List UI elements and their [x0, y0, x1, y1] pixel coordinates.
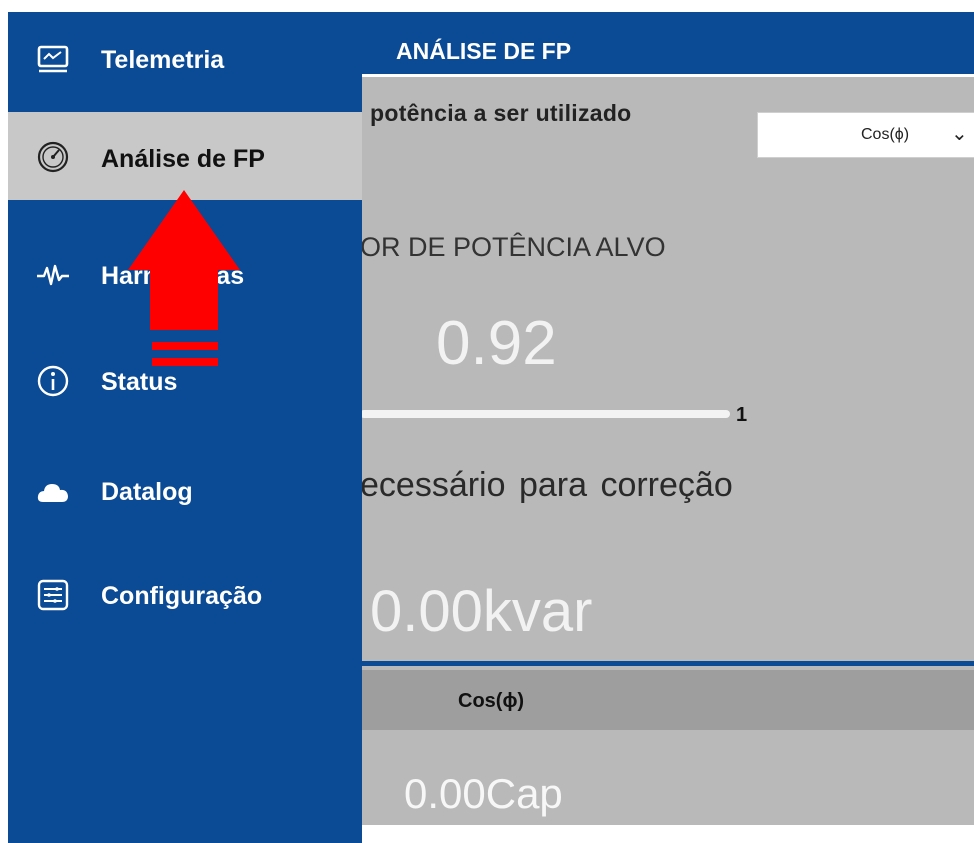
needed-correction-label: ecessário para correção	[360, 466, 733, 504]
top-margin	[0, 0, 362, 12]
gauge-icon	[37, 141, 69, 173]
cloud-icon	[37, 484, 68, 502]
sidebar: Telemetria Análise de FP Harmônicas Stat…	[8, 12, 362, 843]
top-strip	[360, 0, 974, 12]
left-margin	[0, 0, 8, 843]
sidebar-item-label: Configuração	[101, 582, 263, 610]
slider-max-label: 1	[736, 404, 748, 426]
section-divider	[360, 661, 974, 666]
sidebar-item-label: Telemetria	[101, 46, 225, 74]
target-pf-label: OR DE POTÊNCIA ALVO	[360, 232, 666, 262]
sidebar-item-configuracao[interactable]: Configuração	[8, 552, 362, 640]
bottom-strip	[360, 825, 974, 843]
chevron-down-icon: ⌄	[951, 123, 968, 145]
target-pf-slider[interactable]	[360, 410, 730, 418]
power-type-label: potência a ser utilizado	[370, 100, 632, 126]
waveform-icon	[37, 264, 69, 286]
sidebar-item-datalog[interactable]: Datalog	[8, 448, 362, 536]
monitor-icon	[37, 45, 69, 73]
table-header: Cos(ϕ)	[360, 670, 974, 730]
red-arrow-annotation	[128, 190, 240, 366]
sidebar-item-telemetria[interactable]: Telemetria	[8, 16, 362, 104]
sidebar-item-label: Análise de FP	[101, 145, 265, 173]
sidebar-item-analise-fp[interactable]: Análise de FP	[8, 112, 362, 200]
table-header-cos: Cos(ϕ)	[458, 690, 525, 712]
main-content: ANÁLISE DE FP potência a ser utilizado C…	[360, 0, 974, 843]
sidebar-item-label: Datalog	[101, 478, 193, 506]
kvar-value: 0.00kvar	[370, 579, 593, 644]
target-pf-value: 0.92	[436, 309, 557, 378]
info-icon	[37, 365, 69, 397]
settings-panel-icon	[37, 579, 69, 611]
page-title: ANÁLISE DE FP	[396, 38, 572, 64]
power-type-select[interactable]: Cos(ϕ) ⌄	[757, 112, 974, 158]
header-divider	[360, 74, 974, 77]
page-header: ANÁLISE DE FP	[360, 12, 974, 74]
table-cell-value: 0.00Cap	[404, 770, 563, 817]
power-type-select-value: Cos(ϕ)	[861, 126, 910, 143]
